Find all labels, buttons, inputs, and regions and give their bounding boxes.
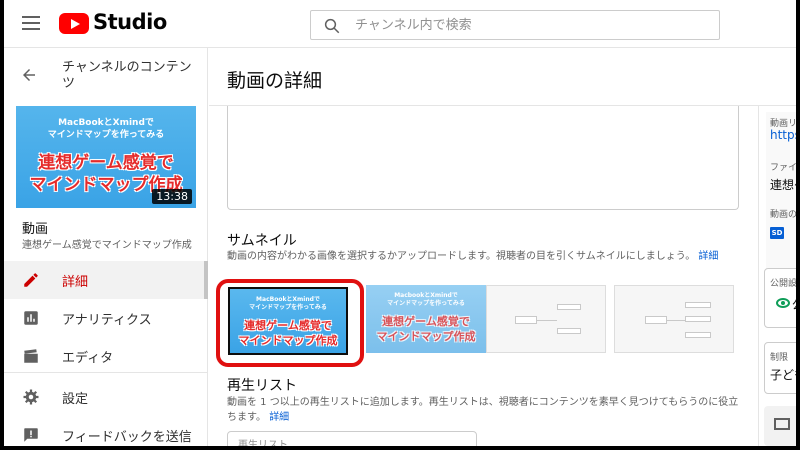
mindmap-node xyxy=(557,304,581,310)
sidebar-item-analytics[interactable]: アナリティクス xyxy=(4,299,208,337)
thumbnail-description-text: 動画の内容がわかる画像を選択するかアップロードします。視聴者の目を引くサムネイル… xyxy=(227,251,696,262)
mindmap-node xyxy=(515,316,537,324)
end-screen-card[interactable] xyxy=(764,406,796,446)
thumb-title-line2: マインドマップ作成 xyxy=(376,330,476,343)
visibility-value: 公 xyxy=(792,296,796,313)
video-label: 動画 xyxy=(22,222,49,237)
thumb-caption-line1: MacBookとXmindで xyxy=(58,118,154,128)
thumbnail-option-auto-3[interactable] xyxy=(614,285,734,353)
feedback-icon xyxy=(24,428,38,442)
video-title: 連想ゲーム感覚でマインドマップ作成 xyxy=(22,240,192,251)
quality-label: 動画の画 xyxy=(770,210,798,220)
restriction-value: 子ども xyxy=(770,368,796,382)
studio-window: Studio チャンネルのコンテンツ MacBookとXmindで マインドマッ… xyxy=(0,0,800,450)
search-input[interactable] xyxy=(355,11,705,39)
sidebar-item-label: エディタ xyxy=(62,351,114,366)
sidebar: チャンネルのコンテンツ MacBookとXmindで マインドマップを作ってみる… xyxy=(4,48,208,446)
hamburger-menu-icon[interactable] xyxy=(22,16,40,30)
eye-icon xyxy=(776,298,790,308)
mindmap-node xyxy=(557,328,581,334)
mindmap-node xyxy=(685,332,711,338)
video-info-panel: 動画リ https:/ ファイル 連想ゲ 動画の画 SD 公開設定 公 制限 子… xyxy=(758,106,798,446)
mindmap-node xyxy=(685,302,711,308)
filename-label: ファイル xyxy=(770,163,798,173)
filename-value: 連想ゲ xyxy=(770,178,796,192)
thumb-caption-line1: MacbookとXmindで xyxy=(394,292,458,299)
playlist-select-placeholder: 再生リスト xyxy=(238,440,288,450)
sd-badge: SD xyxy=(770,227,784,239)
youtube-logo-icon[interactable] xyxy=(59,13,89,34)
top-bar: Studio xyxy=(4,0,796,48)
sidebar-item-label: フィードバックを送信 xyxy=(62,430,192,445)
analytics-icon xyxy=(24,311,38,325)
search-box[interactable] xyxy=(310,10,720,40)
sidebar-item-settings[interactable]: 設定 xyxy=(4,378,208,416)
mindmap-line xyxy=(537,320,557,321)
sidebar-item-editor[interactable]: エディタ xyxy=(4,337,208,375)
page-title: 動画の詳細 xyxy=(227,70,323,92)
clapperboard-icon xyxy=(24,349,38,363)
thumb-caption-line2: マインドマップを作ってみる xyxy=(47,130,165,140)
sidebar-item-label: 設定 xyxy=(62,392,89,407)
main-content: 動画の詳細 サムネイル 動画の内容がわかる画像を選択するかアップロードします。視… xyxy=(209,48,798,450)
restriction-label: 制限 xyxy=(770,353,789,363)
mindmap-line xyxy=(667,320,685,321)
thumbnail-option-auto-2[interactable] xyxy=(486,285,606,353)
playlist-select[interactable]: 再生リスト xyxy=(227,431,477,450)
duration-badge: 13:38 xyxy=(152,189,192,204)
thumbnail-description: 動画の内容がわかる画像を選択するかアップロードします。視聴者の目を引くサムネイル… xyxy=(227,250,737,264)
thumb-title-line1: 連想ゲーム感覚で xyxy=(382,315,470,328)
panel-divider xyxy=(758,106,759,446)
sidebar-item-details[interactable]: 詳細 xyxy=(4,261,208,299)
highlight-annotation xyxy=(216,279,364,367)
sidebar-item-label: アナリティクス xyxy=(62,313,152,328)
arrow-back-icon[interactable] xyxy=(20,66,38,84)
thumbnail-learn-more-link[interactable]: 詳細 xyxy=(698,251,718,262)
search-icon[interactable] xyxy=(323,17,341,35)
thumbnail-heading: サムネイル xyxy=(227,233,297,249)
video-thumbnail[interactable]: MacBookとXmindで マインドマップを作ってみる 連想ゲーム感覚で マイ… xyxy=(16,106,196,208)
visibility-label: 公開設定 xyxy=(770,279,798,289)
playlist-description: 動画を 1 つ以上の再生リストに追加します。再生リストは、視聴者にコンテンツを素… xyxy=(227,395,747,425)
pencil-icon xyxy=(24,273,38,287)
thumb-caption-line2: マインドマップを作ってみる xyxy=(387,300,465,307)
playlist-learn-more-link[interactable]: 詳細 xyxy=(269,412,289,423)
mindmap-node xyxy=(645,316,667,324)
playlist-description-text: 動画を 1 つ以上の再生リストに追加します。再生リストは、視聴者にコンテンツを素… xyxy=(227,397,739,423)
sidebar-item-label: 詳細 xyxy=(62,275,89,290)
gear-icon xyxy=(23,389,39,405)
studio-logo-text[interactable]: Studio xyxy=(93,10,167,34)
back-to-channel-content[interactable]: チャンネルのコンテンツ xyxy=(4,56,208,96)
playlist-heading: 再生リスト xyxy=(227,378,297,394)
description-field[interactable] xyxy=(227,106,739,210)
mindmap-node xyxy=(685,316,711,322)
sidebar-item-feedback[interactable]: フィードバックを送信 xyxy=(4,416,208,446)
video-link[interactable]: https:/ xyxy=(770,128,796,142)
thumbnail-option-auto-1[interactable]: MacbookとXmindで マインドマップを作ってみる 連想ゲーム感覚で マイ… xyxy=(366,285,486,353)
sidebar-divider xyxy=(4,372,208,373)
end-screen-icon xyxy=(774,418,790,430)
channel-content-label[interactable]: チャンネルのコンテンツ xyxy=(62,60,192,92)
